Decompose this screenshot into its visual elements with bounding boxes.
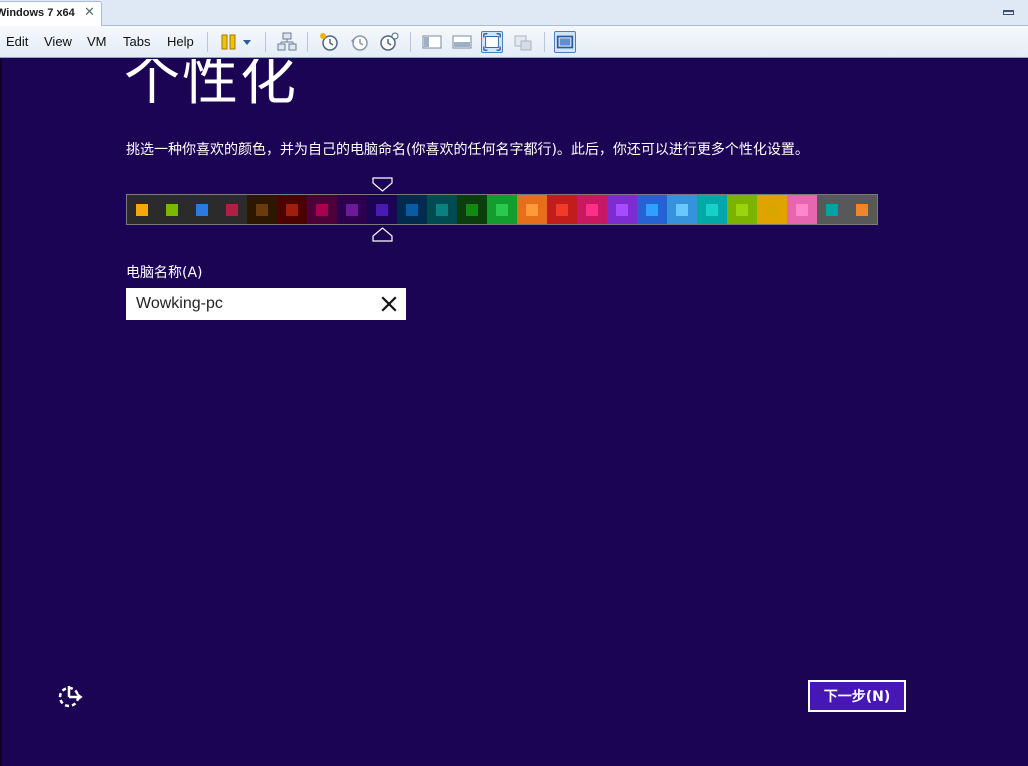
- color-swatch[interactable]: [337, 195, 367, 224]
- color-swatch-dot: [526, 203, 538, 216]
- unity-icon[interactable]: [512, 31, 534, 53]
- color-swatch-dot: [136, 203, 148, 216]
- color-swatch[interactable]: [457, 195, 487, 224]
- guest-screen: 个性化 挑选一种你喜欢的颜色，并为自己的电脑命名(你喜欢的任何名字都行)。此后，…: [0, 59, 1028, 766]
- color-swatch-dot: [676, 203, 688, 216]
- color-swatch-dot: [646, 203, 658, 216]
- color-swatch[interactable]: [787, 195, 817, 224]
- quick-switch-icon[interactable]: [554, 31, 576, 53]
- color-swatch[interactable]: [817, 195, 847, 224]
- clear-icon[interactable]: [380, 295, 398, 313]
- color-swatch-dot: [346, 203, 358, 216]
- color-swatch-dot: [796, 203, 808, 216]
- toolbar-separator: [265, 32, 266, 52]
- color-picker: [126, 194, 878, 225]
- next-button[interactable]: 下一步(N): [808, 680, 906, 712]
- restore-window-icon[interactable]: [1003, 10, 1014, 15]
- computer-name-label: 电脑名称(A): [126, 265, 203, 281]
- color-swatch[interactable]: [307, 195, 337, 224]
- color-swatch[interactable]: [397, 195, 427, 224]
- vm-tab[interactable]: Windows 7 x64 ✕: [0, 1, 102, 26]
- selected-color-pointer-top: [371, 177, 393, 192]
- snapshot-manager-icon[interactable]: [378, 31, 400, 53]
- toolbar-separator: [207, 32, 208, 52]
- color-swatch-dot: [256, 203, 268, 216]
- menu-edit[interactable]: Edit: [6, 34, 28, 49]
- color-swatch[interactable]: [577, 195, 607, 224]
- color-swatch-dot: [706, 203, 718, 216]
- color-swatch-dot: [226, 203, 238, 216]
- snapshot-revert-icon[interactable]: [348, 31, 370, 53]
- color-swatch-dot: [856, 203, 868, 216]
- color-swatch[interactable]: [427, 195, 457, 224]
- color-swatch[interactable]: [607, 195, 637, 224]
- color-swatch[interactable]: [367, 195, 397, 224]
- color-swatch[interactable]: [127, 195, 157, 224]
- dropdown-arrow-icon[interactable]: [240, 31, 254, 53]
- color-swatch[interactable]: [637, 195, 667, 224]
- color-swatch[interactable]: [847, 195, 877, 224]
- color-swatch-dot: [166, 203, 178, 216]
- snapshot-take-icon[interactable]: [318, 31, 340, 53]
- ease-of-access-icon[interactable]: [55, 681, 85, 711]
- page-description: 挑选一种你喜欢的颜色，并为自己的电脑命名(你喜欢的任何名字都行)。此后，你还可以…: [126, 142, 809, 158]
- color-swatch[interactable]: [247, 195, 277, 224]
- menu-help[interactable]: Help: [167, 34, 194, 49]
- color-swatch-dot: [586, 203, 598, 216]
- pause-icon[interactable]: [218, 31, 240, 53]
- color-swatch[interactable]: [157, 195, 187, 224]
- color-swatch-dot: [436, 203, 448, 216]
- toolbar-separator: [410, 32, 411, 52]
- toolbar-separator: [307, 32, 308, 52]
- color-swatch[interactable]: [547, 195, 577, 224]
- color-swatch[interactable]: [217, 195, 247, 224]
- menu-view[interactable]: View: [44, 34, 72, 49]
- color-swatch-dot: [196, 203, 208, 216]
- thumbnail-view-icon[interactable]: [451, 31, 473, 53]
- color-swatch[interactable]: [277, 195, 307, 224]
- computer-name-input[interactable]: [126, 288, 372, 320]
- fullscreen-icon[interactable]: [481, 31, 503, 53]
- console-view-icon[interactable]: [421, 31, 443, 53]
- color-swatch-dot: [736, 203, 748, 216]
- color-swatch[interactable]: [667, 195, 697, 224]
- color-swatch-dot: [826, 203, 838, 216]
- computer-name-field: [126, 288, 406, 320]
- color-swatch-dot: [496, 203, 508, 216]
- menu-vm[interactable]: VM: [87, 34, 107, 49]
- host-tab-bar: Windows 7 x64 ✕: [0, 0, 1028, 26]
- color-swatch[interactable]: [727, 195, 757, 224]
- host-menubar: Edit View VM Tabs Help: [0, 26, 1028, 58]
- color-swatch-dot: [286, 203, 298, 216]
- vm-tab-label: Windows 7 x64: [0, 7, 75, 19]
- network-icon[interactable]: [276, 31, 298, 53]
- selected-color-pointer-bottom: [371, 227, 393, 242]
- color-swatch-dot: [766, 203, 778, 216]
- page-title: 个性化: [124, 59, 298, 113]
- toolbar-separator: [544, 32, 545, 52]
- color-swatch[interactable]: [757, 195, 787, 224]
- color-swatch-dot: [376, 203, 388, 216]
- color-swatch-dot: [406, 203, 418, 216]
- color-swatch[interactable]: [487, 195, 517, 224]
- color-swatch-dot: [616, 203, 628, 216]
- color-swatch-dot: [466, 203, 478, 216]
- color-swatch-dot: [316, 203, 328, 216]
- color-swatch[interactable]: [697, 195, 727, 224]
- close-tab-icon[interactable]: ✕: [84, 5, 95, 20]
- color-swatch-dot: [556, 203, 568, 216]
- color-swatch[interactable]: [187, 195, 217, 224]
- menu-tabs[interactable]: Tabs: [123, 34, 150, 49]
- color-swatch[interactable]: [517, 195, 547, 224]
